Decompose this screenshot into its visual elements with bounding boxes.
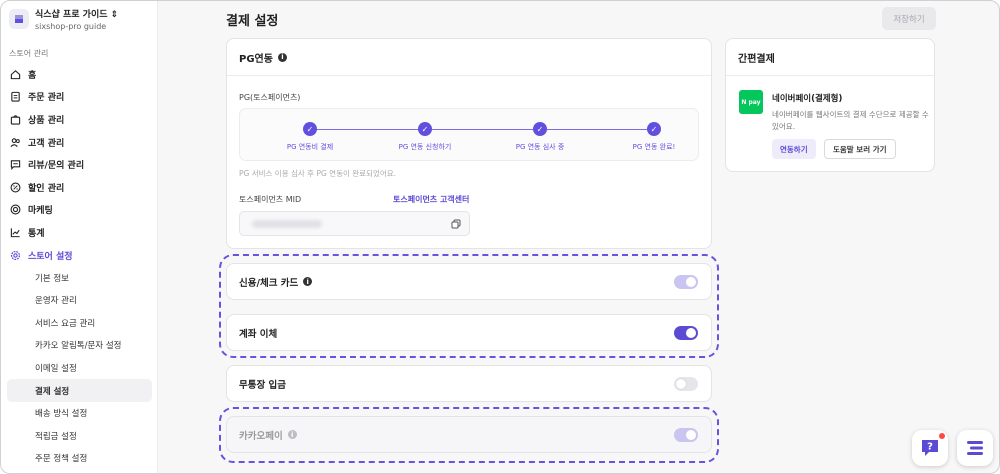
step-1: ✓ PG 연동비 결제: [260, 122, 360, 152]
pg-stepper: ✓ PG 연동비 결제 ✓ PG 연동 신청하기 ✓ PG 연동 심사 중 ✓ …: [239, 108, 699, 161]
step-2: ✓ PG 연동 신청하기: [375, 122, 475, 152]
sidebar-subitem-order-policy[interactable]: 주문 정책 설정: [7, 447, 152, 470]
pg-header: PG연동 i: [227, 39, 711, 76]
help-chat-button[interactable]: ?: [912, 430, 948, 466]
sidebar-item-label: 통계: [28, 228, 45, 239]
copy-icon[interactable]: [451, 219, 461, 229]
check-icon: ✓: [418, 122, 432, 136]
sidebar-item-label: 마케팅: [28, 206, 53, 217]
menu-icon: [967, 441, 983, 455]
sidebar-item-products[interactable]: 상품 관리: [1, 108, 158, 131]
sidebar-subitem-points[interactable]: 적립금 설정: [7, 425, 152, 448]
sidebar-subitem-basic-info[interactable]: 기본 정보: [7, 266, 152, 289]
payment-row-label: 무통장 입금: [239, 379, 287, 391]
chat-icon: [10, 160, 21, 171]
sidebar-item-label: 스토어 설정: [28, 251, 73, 262]
connect-button[interactable]: 연동하기: [772, 139, 816, 159]
sidebar-item-label: 할인 관리: [28, 183, 65, 194]
sidebar-subitem-shipping[interactable]: 배송 방식 설정: [7, 402, 152, 425]
sidebar-item-label: 주문 관리: [28, 93, 65, 104]
check-icon: ✓: [303, 122, 317, 136]
sidebar-item-orders[interactable]: 주문 관리: [1, 86, 158, 109]
store-switcher[interactable]: 식스샵 프로 가이드 ⇕ sixshop-pro guide: [9, 7, 118, 31]
users-icon: [10, 137, 20, 147]
sidebar: 식스샵 프로 가이드 ⇕ sixshop-pro guide 스토어 관리 홈 …: [1, 1, 158, 473]
sidebar-subitem-kakao-sms[interactable]: 카카오 알림톡/문자 설정: [7, 334, 152, 357]
sidebar-item-reviews[interactable]: 리뷰/문의 관리: [1, 153, 158, 176]
easy-pay-card: 간편결제 N pay 네이버페이(결제형) 네이버페이를 웹사이트의 결제 수단…: [725, 38, 935, 172]
clipboard-icon: [11, 92, 20, 103]
sidebar-item-stats[interactable]: 통계: [1, 221, 158, 244]
store-domain: sixshop-pro guide: [35, 22, 107, 31]
sidebar-item-marketing[interactable]: 마케팅: [1, 199, 158, 222]
mid-value-blurred: [252, 220, 322, 228]
bag-icon: [10, 115, 21, 125]
highlight-box: [219, 254, 719, 358]
pg-note: PG 서비스 이용 심사 후 PG 연동이 완료되었어요.: [239, 169, 397, 178]
gear-icon: [10, 250, 21, 260]
check-icon: ✓: [533, 122, 547, 136]
discount-icon: [10, 182, 21, 193]
naver-pay-logo: N pay: [739, 90, 763, 114]
highlight-box: [219, 407, 719, 463]
help-button[interactable]: 도움말 보러 가기: [824, 139, 896, 159]
sidebar-item-label: 고객 관리: [28, 138, 65, 149]
sidebar-subitem-email[interactable]: 이메일 설정: [7, 357, 152, 380]
menu-button[interactable]: [957, 430, 993, 466]
sidebar-item-label: 리뷰/문의 관리: [28, 161, 85, 172]
sidebar-menu: 홈 주문 관리 상품 관리 고객 관리 리뷰/문의 관리 할인 관리 마케팅 통…: [1, 63, 158, 470]
pg-card: PG연동 i PG(토스페이먼츠) ✓ PG 연동비 결제 ✓ PG 연동 신청…: [226, 38, 712, 249]
mid-field[interactable]: [239, 211, 470, 236]
home-icon: [10, 69, 21, 79]
naver-pay-name: 네이버페이(결제형): [772, 94, 843, 104]
step-3: ✓ PG 연동 심사 중: [490, 122, 590, 152]
chart-icon: [10, 228, 20, 238]
sidebar-item-store-settings[interactable]: 스토어 설정: [1, 244, 158, 267]
toss-support-link[interactable]: 토스페이먼츠 고객센터: [393, 194, 469, 205]
sidebar-subitem-service-fee[interactable]: 서비스 요금 관리: [7, 312, 152, 335]
app-window: 식스샵 프로 가이드 ⇕ sixshop-pro guide 스토어 관리 홈 …: [0, 0, 1000, 474]
sidebar-item-label: 상품 관리: [28, 115, 65, 126]
pg-title: PG연동: [239, 53, 273, 65]
mid-label: 토스페이먼츠 MID: [239, 195, 302, 204]
updown-icon: ⇕: [110, 10, 119, 20]
naver-pay-desc: 네이버페이를 웹사이트의 결제 수단으로 제공할 수 있어요.: [772, 110, 929, 131]
sidebar-item-customers[interactable]: 고객 관리: [1, 131, 158, 154]
step-label: PG 연동 신청하기: [398, 143, 452, 151]
store-name: 식스샵 프로 가이드: [35, 10, 108, 20]
stepper-line: [310, 129, 654, 130]
sidebar-subitem-payment[interactable]: 결제 설정: [7, 379, 152, 402]
step-4: ✓ PG 연동 완료!: [604, 122, 704, 152]
svg-text:?: ?: [927, 442, 933, 453]
sidebar-section-label: 스토어 관리: [9, 49, 49, 58]
info-icon[interactable]: i: [277, 52, 287, 62]
deposit-toggle[interactable]: [674, 377, 698, 391]
step-label: PG 연동 완료!: [632, 143, 676, 151]
sidebar-item-home[interactable]: 홈: [1, 63, 158, 86]
sidebar-item-discounts[interactable]: 할인 관리: [1, 176, 158, 199]
store-logo: [9, 9, 29, 29]
payment-row-deposit: 무통장 입금: [226, 365, 712, 402]
save-button[interactable]: 저장하기: [882, 7, 936, 30]
pg-provider-label: PG(토스페이먼츠): [239, 93, 301, 102]
check-icon: ✓: [647, 122, 661, 136]
step-label: PG 연동비 결제: [286, 143, 334, 151]
target-icon: [10, 204, 21, 215]
question-bubble-icon: ?: [922, 440, 938, 456]
page-title: 결제 설정: [226, 14, 279, 29]
notification-dot: [939, 433, 945, 439]
sidebar-subitem-operators[interactable]: 운영자 관리: [7, 289, 152, 312]
sidebar-item-label: 홈: [28, 70, 37, 81]
easy-pay-title: 간편결제: [726, 39, 934, 76]
step-label: PG 연동 심사 중: [515, 143, 565, 151]
